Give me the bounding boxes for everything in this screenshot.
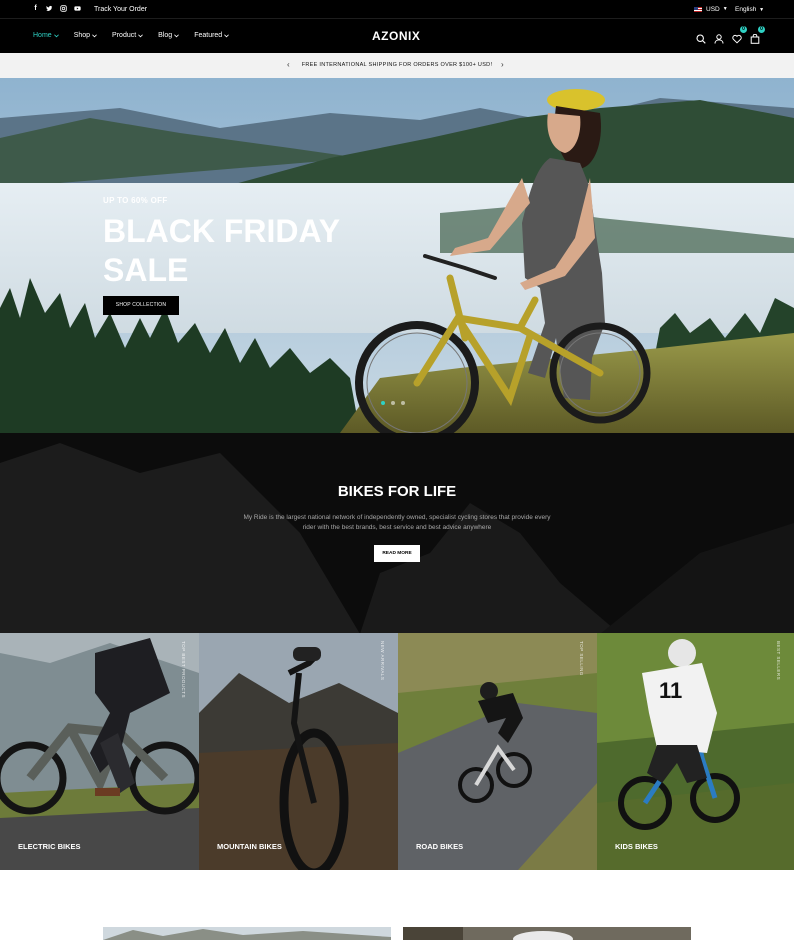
nav-item-label: Home xyxy=(33,32,52,39)
instagram-icon[interactable] xyxy=(60,5,67,13)
electric-bike-image xyxy=(0,633,199,870)
category-label: KIDS BIKES xyxy=(615,842,658,851)
slider-dot[interactable] xyxy=(381,401,385,405)
read-more-button[interactable]: READ MORE xyxy=(374,545,420,562)
hero-title: BLACK FRIDAY SALE xyxy=(103,213,340,288)
chevron-down-icon: ▼ xyxy=(722,6,728,12)
slider-dot[interactable] xyxy=(391,401,395,405)
nav-item-label: Product xyxy=(112,32,137,39)
shop-collection-button[interactable]: SHOP COLLECTION xyxy=(103,296,179,315)
category-card-road[interactable]: TOP SELLING ROAD BIKES xyxy=(398,633,597,870)
nav-item-label: Featured xyxy=(194,32,223,39)
main-nav: Home Shop Product Blog Featured AZONIX 0… xyxy=(0,19,794,53)
category-side-label: BEST SELLERS xyxy=(776,641,781,681)
youtube-icon[interactable] xyxy=(74,5,81,13)
twitter-icon[interactable] xyxy=(46,5,53,13)
wishlist-count-badge: 0 xyxy=(740,26,747,33)
category-label: ELECTRIC BIKES xyxy=(18,842,81,851)
story-background-image xyxy=(0,433,794,634)
category-label: ROAD BIKES xyxy=(416,842,464,851)
nav-icons: 0 0 xyxy=(696,26,765,44)
category-card-electric[interactable]: TOP BEST PRODUCTS ELECTRIC BIKES xyxy=(0,633,199,870)
slider-dot[interactable] xyxy=(401,401,405,405)
category-label: MOUNTAIN BIKES xyxy=(217,842,282,851)
story-body: My Ride is the largest national network … xyxy=(243,514,551,531)
road-bike-image xyxy=(398,633,597,870)
chevron-down-icon xyxy=(53,34,59,38)
currency-label: USD xyxy=(706,6,720,13)
search-icon[interactable] xyxy=(696,31,706,44)
nav-menu: Home Shop Product Blog Featured xyxy=(33,31,230,41)
chevron-down-icon xyxy=(224,34,230,38)
heart-icon xyxy=(732,34,742,44)
category-grid: TOP BEST PRODUCTS ELECTRIC BIKES NEW ARR… xyxy=(0,633,794,870)
nav-item-home[interactable]: Home xyxy=(33,31,59,41)
bag-icon xyxy=(750,33,760,44)
hero-eyebrow: UP TO 60% OFF xyxy=(103,196,168,205)
us-flag-icon xyxy=(694,7,702,12)
nav-item-shop[interactable]: Shop xyxy=(74,31,97,41)
category-card-kids[interactable]: 11 BEST SELLERS KIDS BIKES xyxy=(597,633,794,870)
svg-text:11: 11 xyxy=(659,678,682,703)
nav-item-label: Blog xyxy=(158,32,173,39)
user-icon[interactable] xyxy=(714,31,724,44)
category-card-mountain[interactable]: NEW ARRIVALS MOUNTAIN BIKES xyxy=(199,633,398,870)
featured-image xyxy=(403,927,691,940)
language-selector[interactable]: English ▼ xyxy=(735,5,764,15)
category-side-label: NEW ARRIVALS xyxy=(380,641,385,681)
mountain-bike-image xyxy=(199,633,398,870)
featured-image xyxy=(103,927,391,940)
site-logo[interactable]: AZONIX xyxy=(372,30,420,43)
kids-bike-image: 11 xyxy=(597,633,794,870)
bikes-for-life-section: BIKES FOR LIFE My Ride is the largest na… xyxy=(0,433,794,634)
category-side-label: TOP SELLING xyxy=(579,641,584,676)
featured-image-right[interactable] xyxy=(403,927,691,940)
social-links: f xyxy=(32,5,81,13)
chevron-down-icon xyxy=(174,34,180,38)
facebook-icon[interactable]: f xyxy=(32,5,39,13)
track-order-link[interactable]: Track Your Order xyxy=(94,5,147,14)
announcement-message: FREE INTERNATIONAL SHIPPING FOR ORDERS O… xyxy=(301,62,493,68)
wishlist-button[interactable]: 0 xyxy=(732,26,747,44)
hero-banner: UP TO 60% OFF BLACK FRIDAY SALE SHOP COL… xyxy=(0,78,794,433)
top-bar: f Track Your Order USD ▼ English ▼ xyxy=(0,0,794,19)
nav-item-blog[interactable]: Blog xyxy=(158,31,180,41)
cart-count-badge: 0 xyxy=(758,26,765,33)
announcement-bar: ‹ FREE INTERNATIONAL SHIPPING FOR ORDERS… xyxy=(0,53,794,78)
chevron-down-icon: ▼ xyxy=(759,7,765,13)
announcement-next-button[interactable]: › xyxy=(501,60,504,70)
cart-button[interactable]: 0 xyxy=(750,26,765,44)
hero-slider-dots xyxy=(381,401,405,405)
featured-section xyxy=(0,870,794,940)
featured-image-left[interactable] xyxy=(103,927,391,940)
chevron-down-icon xyxy=(92,34,97,38)
language-label: English xyxy=(735,6,757,13)
category-side-label: TOP BEST PRODUCTS xyxy=(181,641,186,699)
story-heading: BIKES FOR LIFE xyxy=(337,483,457,500)
nav-item-label: Shop xyxy=(73,32,91,39)
chevron-down-icon xyxy=(138,34,144,38)
nav-item-product[interactable]: Product xyxy=(112,31,144,41)
currency-selector[interactable]: USD ▼ xyxy=(694,5,728,14)
nav-item-featured[interactable]: Featured xyxy=(194,31,230,41)
